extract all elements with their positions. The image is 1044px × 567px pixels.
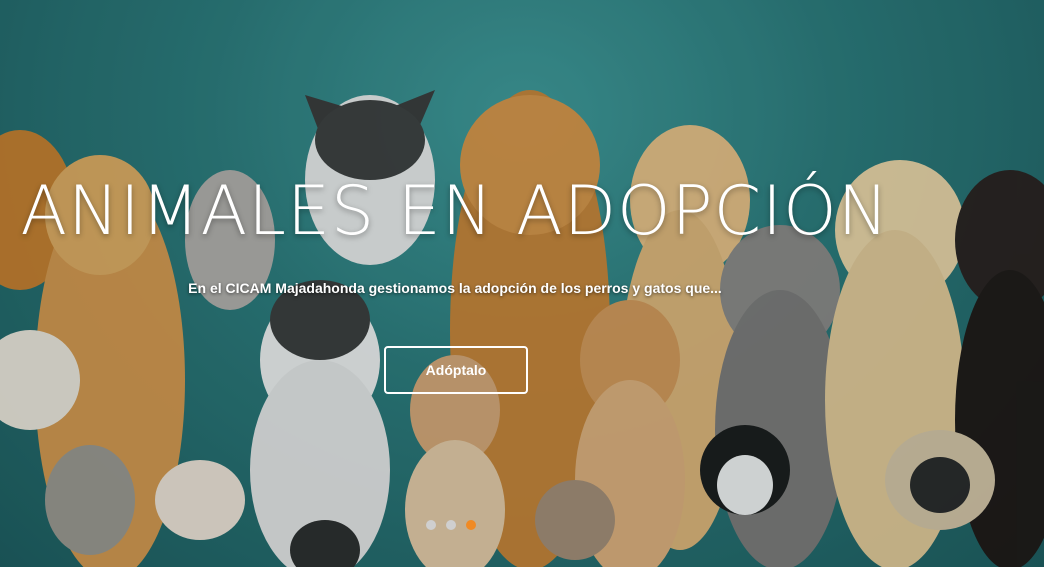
hero-slider: ANIMALES EN ADOPCIÓN En el CICAM Majadah… xyxy=(0,0,1044,567)
hero-title: ANIMALES EN ADOPCIÓN xyxy=(20,172,890,251)
carousel-dot-2[interactable] xyxy=(446,520,456,530)
adopt-button[interactable]: Adóptalo xyxy=(384,346,528,394)
carousel-dot-1[interactable] xyxy=(426,520,436,530)
hero-subtitle: En el CICAM Majadahonda gestionamos la a… xyxy=(188,280,722,296)
carousel-indicators xyxy=(426,520,476,530)
carousel-dot-3[interactable] xyxy=(466,520,476,530)
